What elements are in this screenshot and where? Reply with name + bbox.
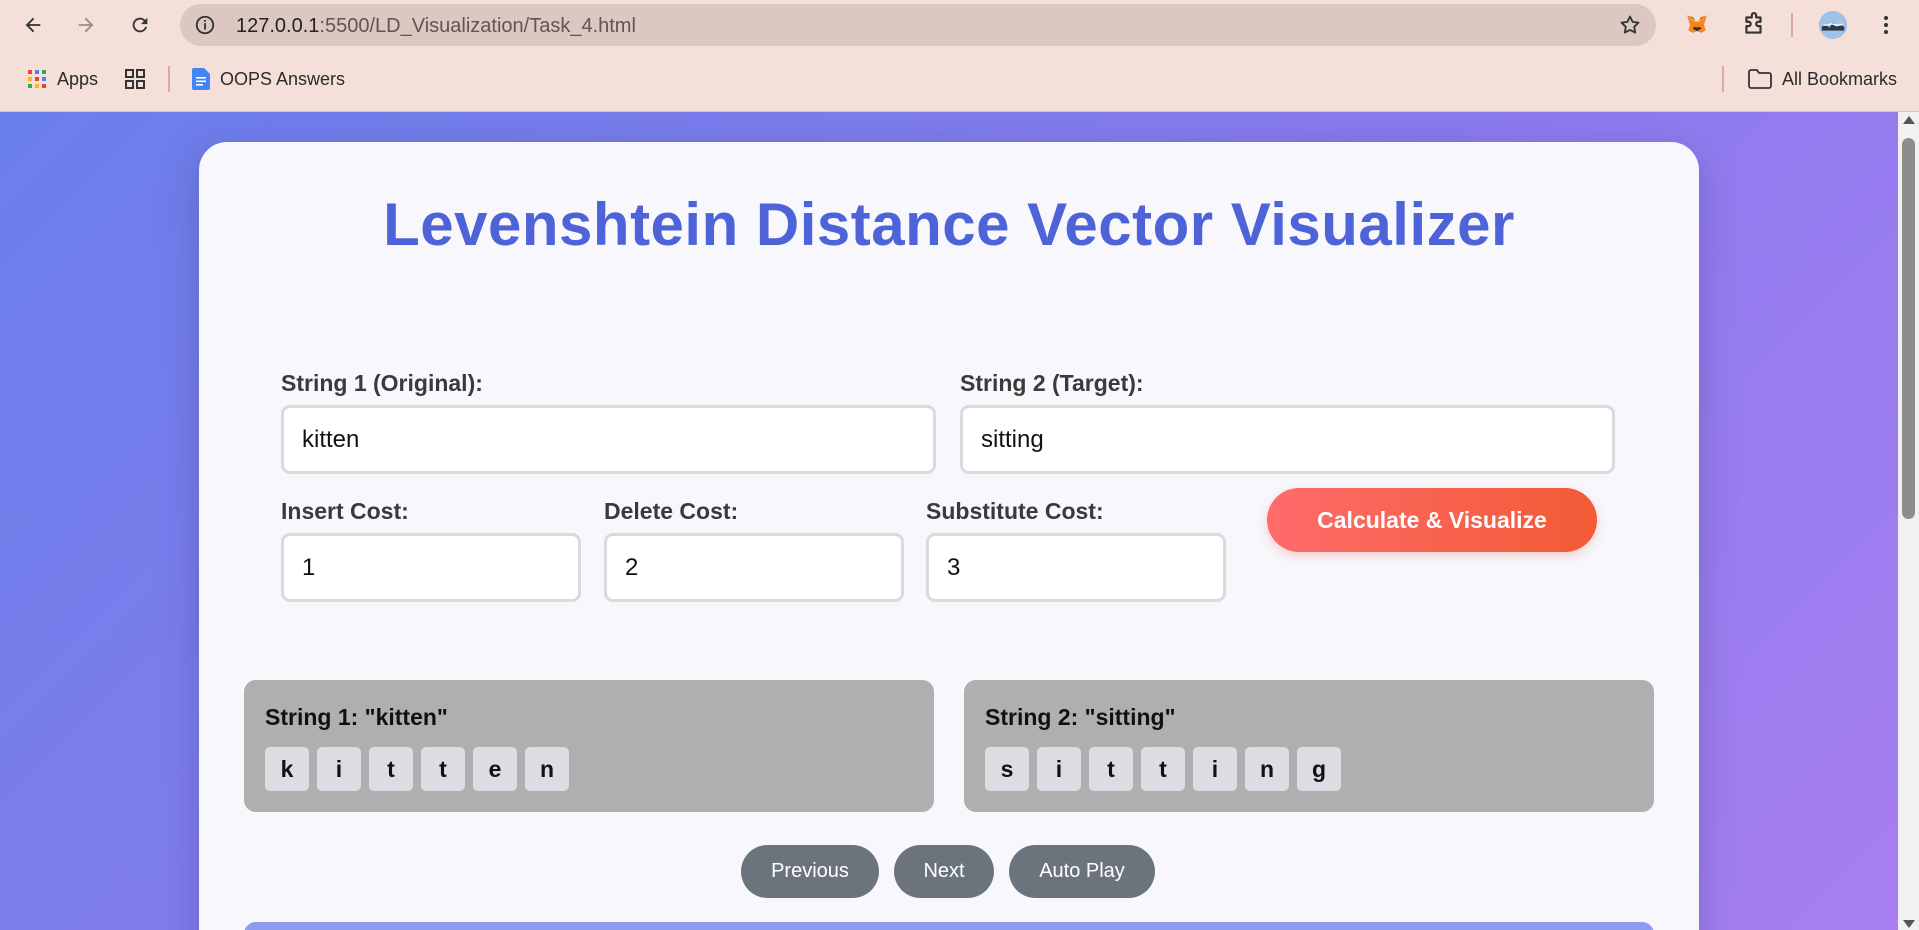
- string1-panel: String 1: "kitten" k i t t e n: [244, 680, 934, 812]
- forward-arrow-icon: [78, 17, 94, 33]
- url-host: 127.0.0.1: [236, 15, 320, 37]
- string2-panel-title: String 2: "sitting": [985, 704, 1176, 730]
- string1-char: t: [369, 747, 413, 791]
- bookmark-apps-label: Apps: [57, 68, 99, 89]
- bookmarks-bar: Apps OOPS Answers All Bookmarks: [0, 50, 1919, 112]
- bookmark-apps[interactable]: Apps: [27, 64, 98, 94]
- insert-cost-label: Insert Cost:: [281, 498, 409, 524]
- scroll-up-arrow-icon[interactable]: [1903, 116, 1915, 124]
- string2-chars: s i t t i n g: [985, 747, 1349, 791]
- page-viewport: Levenshtein Distance Vector Visualizer S…: [0, 112, 1898, 930]
- browser-menu-icon[interactable]: [1870, 9, 1902, 41]
- reload-icon: [132, 17, 148, 33]
- folder-icon: [1748, 69, 1772, 89]
- next-button[interactable]: Next: [894, 845, 994, 898]
- visualizer-card: Levenshtein Distance Vector Visualizer S…: [199, 142, 1699, 930]
- bookmark-oops-answers[interactable]: OOPS Answers: [192, 64, 345, 94]
- string2-char: t: [1089, 747, 1133, 791]
- string1-char: k: [265, 747, 309, 791]
- string1-label: String 1 (Original):: [281, 370, 483, 396]
- bookmarks-divider: [168, 66, 170, 92]
- tab-groups-icon: [125, 69, 145, 89]
- google-docs-icon: [192, 68, 210, 90]
- string1-input[interactable]: [281, 405, 936, 474]
- extensions-puzzle-icon[interactable]: [1738, 9, 1770, 41]
- url-text: 127.0.0.1:5500/LD_Visualization/Task_4.h…: [236, 15, 636, 38]
- string1-char: n: [525, 747, 569, 791]
- scroll-down-arrow-icon[interactable]: [1903, 920, 1915, 928]
- toolbar-divider: [1791, 13, 1793, 37]
- reload-button[interactable]: [122, 7, 158, 43]
- string1-chars: k i t t e n: [265, 747, 577, 791]
- bookmark-oops-label: OOPS Answers: [220, 68, 346, 89]
- string2-input[interactable]: [960, 405, 1615, 474]
- browser-toolbar: 127.0.0.1:5500/LD_Visualization/Task_4.h…: [0, 0, 1919, 50]
- url-path: :5500/LD_Visualization/Task_4.html: [319, 15, 636, 37]
- string1-char: i: [317, 747, 361, 791]
- next-section-edge: [244, 922, 1654, 930]
- insert-cost-input[interactable]: [281, 533, 581, 602]
- back-button[interactable]: [15, 7, 51, 43]
- substitute-cost-input[interactable]: [926, 533, 1226, 602]
- previous-button[interactable]: Previous: [741, 845, 879, 898]
- bookmarks-divider-right: [1722, 66, 1724, 92]
- address-bar[interactable]: 127.0.0.1:5500/LD_Visualization/Task_4.h…: [180, 4, 1656, 46]
- metamask-fox-icon[interactable]: [1681, 9, 1713, 41]
- string2-char: i: [1193, 747, 1237, 791]
- back-arrow-icon: [25, 17, 41, 33]
- all-bookmarks-label: All Bookmarks: [1782, 68, 1898, 89]
- all-bookmarks-button[interactable]: All Bookmarks: [1748, 64, 1897, 94]
- scrollbar-thumb[interactable]: [1902, 138, 1915, 519]
- string2-panel: String 2: "sitting" s i t t i n g: [964, 680, 1654, 812]
- string2-char: t: [1141, 747, 1185, 791]
- auto-play-button[interactable]: Auto Play: [1009, 845, 1155, 898]
- delete-cost-input[interactable]: [604, 533, 904, 602]
- tab-groups-button[interactable]: [124, 64, 146, 94]
- page-scrollbar[interactable]: [1898, 112, 1919, 930]
- delete-cost-label: Delete Cost:: [604, 498, 739, 524]
- string1-char: e: [473, 747, 517, 791]
- string1-panel-title: String 1: "kitten": [265, 704, 448, 730]
- string2-char: n: [1245, 747, 1289, 791]
- string2-char: i: [1037, 747, 1081, 791]
- page-title: Levenshtein Distance Vector Visualizer: [383, 191, 1515, 258]
- calculate-visualize-button[interactable]: Calculate & Visualize: [1267, 488, 1597, 552]
- apps-grid-icon: [28, 70, 46, 88]
- string2-label: String 2 (Target):: [960, 370, 1144, 396]
- site-info-icon[interactable]: [192, 12, 218, 38]
- bookmark-star-icon[interactable]: [1618, 13, 1642, 37]
- forward-button[interactable]: [68, 7, 104, 43]
- string2-char: s: [985, 747, 1029, 791]
- profile-avatar[interactable]: [1817, 9, 1849, 41]
- string2-char: g: [1297, 747, 1341, 791]
- string1-char: t: [421, 747, 465, 791]
- substitute-cost-label: Substitute Cost:: [926, 498, 1104, 524]
